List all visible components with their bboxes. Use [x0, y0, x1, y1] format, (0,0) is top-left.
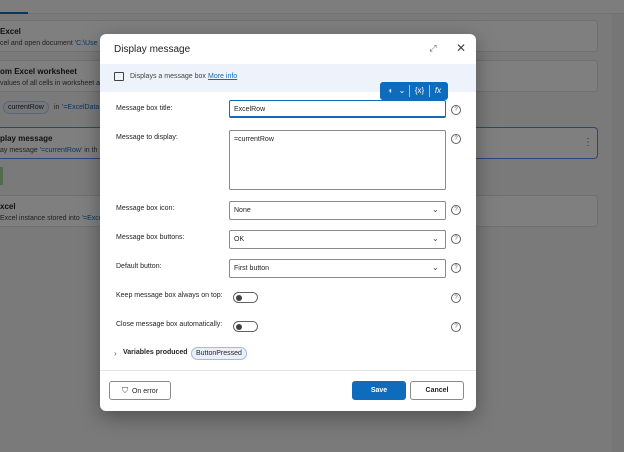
cancel-button[interactable]: Cancel: [410, 381, 464, 400]
function-icon[interactable]: fx: [430, 82, 446, 100]
close-automatically-toggle[interactable]: [233, 321, 258, 332]
chevron-down-icon: ⌄: [432, 234, 439, 243]
help-icon[interactable]: ?: [451, 134, 461, 144]
help-icon[interactable]: ?: [451, 205, 461, 215]
display-message-dialog: Display message ⤢ ✕ Displays a message b…: [100, 34, 476, 411]
help-icon[interactable]: ?: [451, 293, 461, 303]
message-box-icon-label: Message box icon:: [116, 205, 175, 212]
toolbar-divider: [409, 85, 410, 97]
toggle-knob: [236, 324, 242, 330]
help-icon[interactable]: ?: [451, 263, 461, 273]
dialog-title: Display message: [114, 44, 191, 55]
default-button-select[interactable]: First button ⌄: [229, 259, 446, 278]
variable-pill-buttonpressed[interactable]: ButtonPressed: [191, 347, 247, 360]
message-to-display-textarea[interactable]: =currentRow: [229, 130, 446, 190]
help-icon[interactable]: ?: [451, 105, 461, 115]
chevron-down-icon: ⌄: [432, 205, 439, 214]
chevron-right-icon[interactable]: ›: [114, 349, 117, 358]
message-box-title-input[interactable]: ExcelRow: [229, 100, 446, 118]
message-box-title-label: Message box title:: [116, 105, 173, 112]
close-automatically-label: Close message box automatically:: [116, 321, 223, 328]
always-on-top-label: Keep message box always on top:: [116, 292, 223, 299]
message-icon: [114, 72, 124, 81]
chevron-down-icon[interactable]: ⌄: [397, 82, 407, 100]
close-icon[interactable]: ✕: [455, 42, 467, 54]
default-button-label: Default button:: [116, 263, 162, 270]
always-on-top-toggle[interactable]: [233, 292, 258, 303]
message-box-icon-select[interactable]: None ⌄: [229, 201, 446, 220]
expand-icon[interactable]: ⤢: [427, 42, 439, 54]
variables-produced-label[interactable]: Variables produced: [123, 349, 188, 356]
message-to-display-label: Message to display:: [116, 134, 178, 141]
footer-divider: [100, 370, 476, 371]
on-error-button[interactable]: ⛉ On error: [109, 381, 171, 400]
info-text: Displays a message box: [130, 73, 206, 80]
message-box-buttons-label: Message box buttons:: [116, 234, 185, 241]
toggle-knob: [236, 295, 242, 301]
ai-copilot-icon[interactable]: ◐: [384, 82, 398, 100]
message-box-buttons-select[interactable]: OK ⌄: [229, 230, 446, 249]
save-button[interactable]: Save: [352, 381, 406, 400]
more-info-link[interactable]: More info: [208, 73, 237, 80]
help-icon[interactable]: ?: [451, 322, 461, 332]
shield-icon: ⛉: [121, 386, 128, 395]
input-toolbar: ◐ ⌄ {x} fx: [380, 82, 448, 100]
variable-picker-icon[interactable]: {x}: [411, 82, 428, 100]
help-icon[interactable]: ?: [451, 234, 461, 244]
chevron-down-icon: ⌄: [432, 263, 439, 272]
